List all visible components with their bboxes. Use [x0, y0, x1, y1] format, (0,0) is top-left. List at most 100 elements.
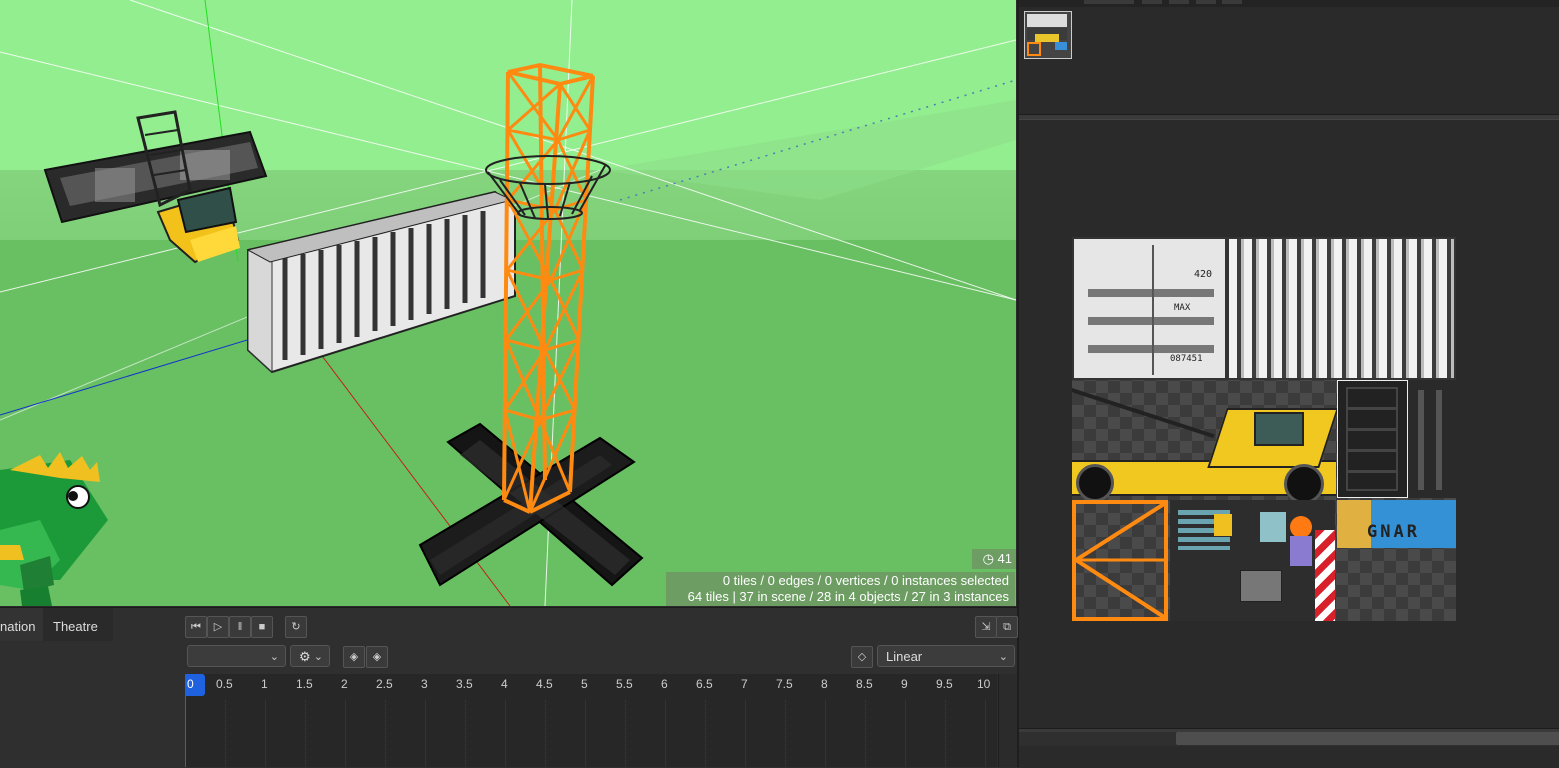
float-panel-button[interactable]: ⧉ — [996, 616, 1018, 638]
dinosaur-model — [0, 452, 108, 606]
timeline-tick-label: 6.5 — [696, 677, 713, 691]
timeline-tick-label: 4.5 — [536, 677, 553, 691]
tab-theatre[interactable]: Theatre — [43, 608, 113, 641]
timeline-gridline — [745, 700, 746, 767]
skip-to-start-button[interactable]: ⏮ — [185, 616, 207, 638]
float-panel-icon: ⧉ — [1003, 621, 1011, 633]
gear-icon: ⚙ — [299, 649, 311, 664]
timeline-scrollbar[interactable] — [998, 674, 1017, 767]
texture-atlas[interactable]: 420 MAX 087451 GNAR — [1072, 237, 1456, 621]
container-number-label: 420 — [1194, 269, 1213, 280]
timeline-gridline — [905, 700, 906, 767]
timeline-gridline — [625, 700, 626, 767]
chevron-down-icon: ⌄ — [998, 651, 1008, 663]
gnar-label: GNAR — [1367, 522, 1420, 542]
settings-dropdown[interactable]: ⚙ ⌄ — [290, 645, 330, 667]
mast-tile — [1408, 380, 1456, 498]
timeline-gridline — [265, 700, 266, 767]
container-id-label: 087451 — [1170, 354, 1203, 364]
forklift-tile — [1072, 380, 1339, 504]
loop-button[interactable]: ↻ — [285, 616, 307, 638]
container-max-label: MAX — [1174, 303, 1191, 313]
fps-counter: ◷ 41 — [972, 549, 1016, 569]
timeline-gridline — [425, 700, 426, 767]
tileset-thumbnail[interactable] — [1024, 11, 1072, 59]
play-button[interactable]: ▷ — [207, 616, 229, 638]
next-keyframe-icon: ◈ — [372, 651, 382, 663]
timeline-tick-label: 9.5 — [936, 677, 953, 691]
timeline-gridline — [585, 700, 586, 767]
add-keyframe-button[interactable]: ◇ — [851, 646, 873, 668]
timeline-tick-label: 1.5 — [296, 677, 313, 691]
horizontal-scroll-thumb[interactable] — [1176, 732, 1559, 745]
pause-button[interactable]: ‖ — [229, 616, 251, 638]
interpolation-value: Linear — [886, 649, 923, 664]
forklift-model — [43, 110, 268, 264]
skip-to-start-icon: ⏮ — [191, 621, 201, 633]
tab-animation-label: nation — [0, 619, 36, 634]
panel-top-bar — [1019, 0, 1559, 7]
timeline-tick-label: 2 — [341, 677, 348, 691]
tab-animation[interactable]: nation — [0, 608, 44, 641]
timeline-tick-label: 9 — [901, 677, 908, 691]
prev-keyframe-icon: ◈ — [349, 651, 359, 663]
pause-icon: ‖ — [237, 621, 243, 633]
timeline-gridline — [385, 700, 386, 767]
timeline-tick-label: 8.5 — [856, 677, 873, 691]
collapse-icon: ⇲ — [981, 621, 991, 633]
collapse-button[interactable]: ⇲ — [975, 616, 997, 638]
selection-status: 0 tiles / 0 edges / 0 vertices / 0 insta… — [722, 573, 1009, 588]
timeline-gridline — [305, 700, 306, 767]
timeline-gridline — [225, 700, 226, 767]
timeline-tick-label: 3 — [421, 677, 428, 691]
cab-tile — [1170, 500, 1335, 621]
timeline-tick-label: 4 — [501, 677, 508, 691]
scene-status-overlay: 0 tiles / 0 edges / 0 vertices / 0 insta… — [666, 572, 1015, 606]
lattice-tile — [1072, 500, 1168, 621]
fps-value: 41 — [997, 551, 1012, 566]
scene-statistics: 64 tiles | 37 in scene / 28 in 4 objects… — [687, 589, 1009, 604]
clock-icon: ◷ — [982, 551, 994, 566]
timeline-tick-label: 0 — [187, 677, 194, 691]
tileset-panel: 420 MAX 087451 GNAR — [1017, 0, 1559, 767]
timeline-gridline — [785, 700, 786, 767]
timeline-gridline — [465, 700, 466, 767]
container-door-tile: 420 MAX 087451 — [1072, 237, 1227, 380]
timeline-gridline — [545, 700, 546, 767]
panel-splitter[interactable] — [1019, 114, 1559, 120]
loop-icon: ↻ — [291, 621, 301, 633]
timeline-gridline — [665, 700, 666, 767]
ladder-tile — [1337, 380, 1408, 498]
chevron-down-icon: ⌄ — [269, 651, 279, 663]
timeline-ruler[interactable]: 0 0.5 1 1.5 2 2.5 3 3.5 4 4.5 5 5.5 6 6.5 7 7.5 8 8.5 9 9.5… — [185, 674, 997, 767]
keyframe-icon: ◇ — [857, 651, 867, 663]
container-side-tile — [1227, 237, 1456, 380]
playhead-line — [185, 696, 186, 767]
stop-icon: ■ — [258, 621, 266, 633]
timeline-gridline — [505, 700, 506, 767]
play-icon: ▷ — [213, 621, 223, 633]
timeline-gridline — [825, 700, 826, 767]
stop-button[interactable]: ■ — [251, 616, 273, 638]
timeline-gridline — [345, 700, 346, 767]
timeline-tick-label: 8 — [821, 677, 828, 691]
timeline-gridline — [865, 700, 866, 767]
object-select[interactable]: ⌄ — [187, 645, 286, 667]
previous-keyframe-button[interactable]: ◈ — [343, 646, 365, 668]
timeline-tick-label: 1 — [261, 677, 268, 691]
scene-canvas[interactable] — [0, 0, 1016, 606]
timeline-tick-label: 3.5 — [456, 677, 473, 691]
next-keyframe-button[interactable]: ◈ — [366, 646, 388, 668]
timeline-tick-label: 2.5 — [376, 677, 393, 691]
interpolation-select[interactable]: Linear ⌄ — [877, 645, 1015, 667]
timeline-tick-label: 7.5 — [776, 677, 793, 691]
container-model — [246, 190, 516, 374]
horizontal-scroll-track[interactable] — [1019, 732, 1559, 746]
timeline-gridline — [985, 700, 986, 767]
timeline-tick-label: 5 — [581, 677, 588, 691]
timeline-gridline — [705, 700, 706, 767]
3d-viewport[interactable]: ◷ 41 0 tiles / 0 edges / 0 vertices / 0 … — [0, 0, 1016, 606]
chevron-down-icon: ⌄ — [313, 651, 323, 663]
timeline-tick-label: 6 — [661, 677, 668, 691]
gnar-tile: GNAR — [1337, 500, 1456, 548]
